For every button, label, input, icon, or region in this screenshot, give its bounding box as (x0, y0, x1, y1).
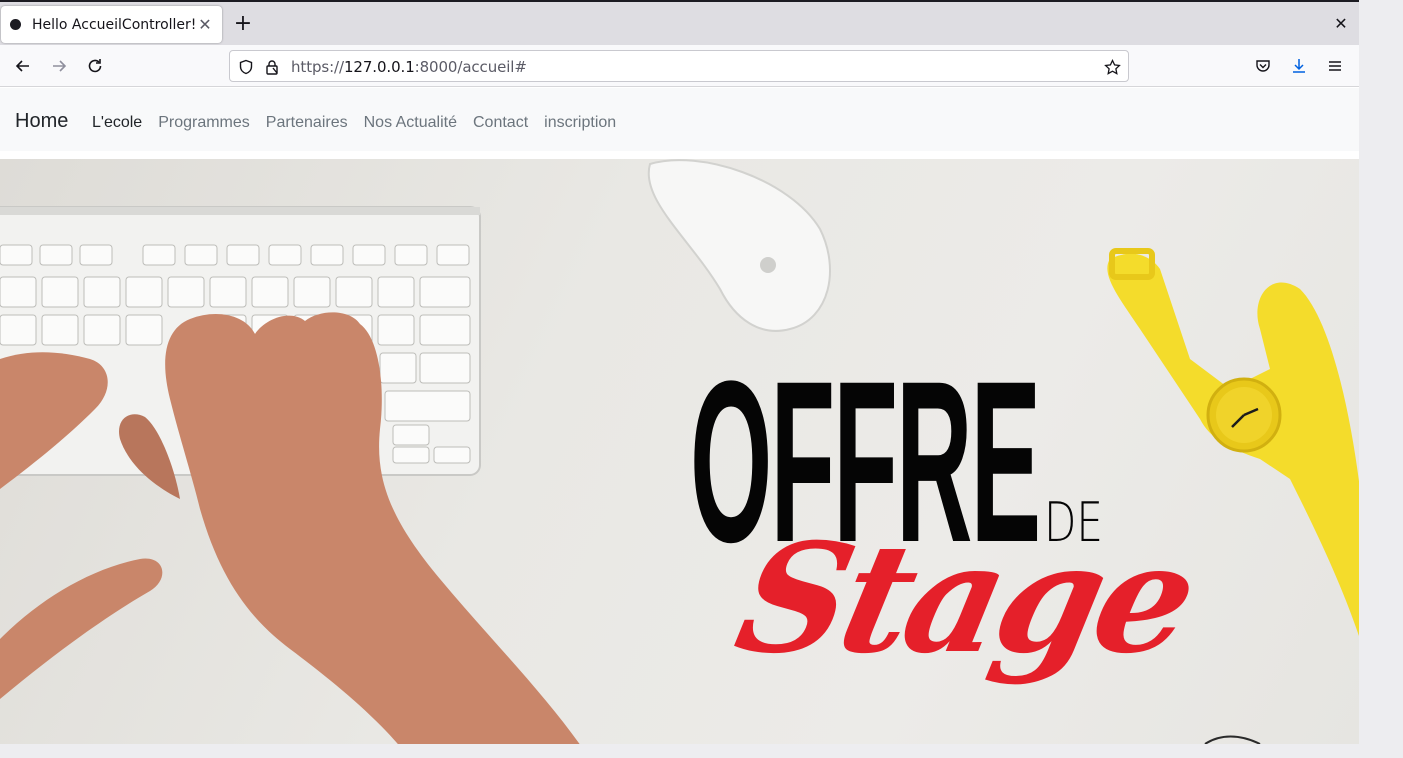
site-navbar: Home L'ecole Programmes Partenaires Nos … (0, 88, 1359, 151)
reload-icon[interactable] (83, 54, 107, 78)
hero-banner: OFFRE DE Stage (0, 159, 1359, 744)
download-icon[interactable] (1287, 54, 1311, 78)
tab-favicon-icon (10, 19, 21, 30)
nav-link-programmes[interactable]: Programmes (158, 114, 250, 132)
tab-title: Hello AccueilController! (32, 16, 197, 33)
hands-image (0, 312, 580, 744)
window-close-icon[interactable]: ✕ (1332, 15, 1350, 33)
brand-home-link[interactable]: Home (15, 110, 68, 133)
url-rest: :8000/accueil# (414, 58, 527, 76)
lock-icon[interactable] (263, 58, 281, 76)
url-scheme: https:// (291, 58, 344, 76)
url-bar[interactable]: https://127.0.0.1:8000/accueil# (229, 50, 1129, 82)
tab-bar: Hello AccueilController! ✕ + ✕ (0, 0, 1359, 45)
desktop-background-bottom (0, 744, 1359, 758)
nav-links: L'ecole Programmes Partenaires Nos Actua… (92, 114, 632, 132)
browser-window: Hello AccueilController! ✕ + ✕ https://1… (0, 0, 1359, 744)
nav-link-actualite[interactable]: Nos Actualité (364, 114, 457, 132)
tab-close-icon[interactable]: ✕ (197, 16, 213, 33)
mouse-image (647, 159, 831, 332)
menu-icon[interactable] (1323, 54, 1347, 78)
tab-active[interactable]: Hello AccueilController! ✕ (1, 6, 222, 43)
cable-image (1204, 735, 1261, 744)
url-text[interactable]: https://127.0.0.1:8000/accueil# (291, 58, 527, 76)
pocket-icon[interactable] (1251, 54, 1275, 78)
back-icon[interactable] (11, 54, 35, 78)
url-host: 127.0.0.1 (343, 58, 415, 76)
nav-link-lecole[interactable]: L'ecole (92, 114, 142, 132)
star-icon[interactable] (1103, 58, 1121, 76)
desktop-background (1359, 0, 1403, 758)
nav-link-contact[interactable]: Contact (473, 114, 528, 132)
forward-icon[interactable] (47, 54, 71, 78)
new-tab-plus-icon[interactable]: + (233, 13, 253, 35)
nav-link-inscription[interactable]: inscription (544, 114, 616, 132)
nav-link-partenaires[interactable]: Partenaires (266, 114, 348, 132)
shield-icon[interactable] (237, 58, 255, 76)
hero-title-stage: Stage (723, 511, 1206, 687)
browser-toolbar: https://127.0.0.1:8000/accueil# (0, 45, 1359, 87)
